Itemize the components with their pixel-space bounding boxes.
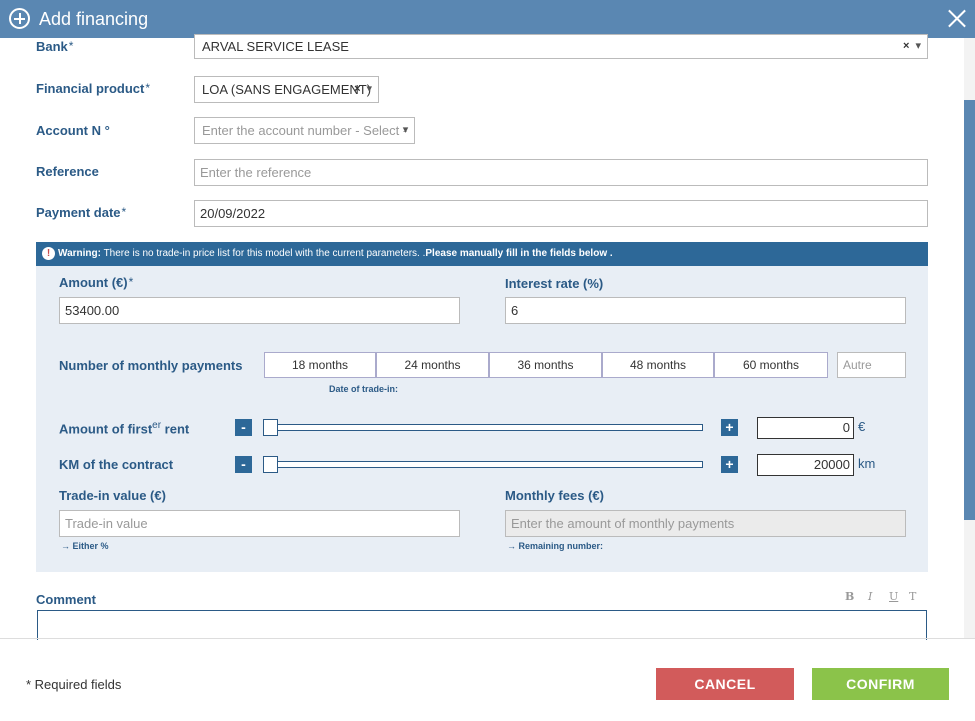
clear-icon[interactable]: × [354,83,360,95]
account-placeholder: Enter the account number - Select - [202,123,408,138]
km-label: KM of the contract [59,457,174,472]
trade-in-label: Trade-in value (€) [59,488,166,503]
bank-value: ARVAL SERVICE LEASE [202,39,349,54]
payment-date-label: Payment date* [36,205,127,220]
interest-rate-input[interactable]: 6 [505,297,906,324]
required-mark: * [145,81,151,95]
dialog-title: Add financing [39,9,149,29]
amount-input[interactable]: 53400.00 [59,297,460,324]
km-slider-track[interactable] [263,461,703,468]
km-input[interactable]: 20000 [757,454,854,476]
other-months-input[interactable]: Autre [837,352,906,378]
bank-label: Bank* [36,39,74,54]
warning-text: There is no trade-in price list for this… [100,248,426,259]
account-label: Account N ° [36,123,110,138]
scrollbar-thumb[interactable] [964,100,975,520]
dialog-titlebar: Add financing [0,0,975,38]
chevron-down-icon[interactable]: ▾ [915,40,921,52]
italic-button[interactable]: I [868,590,872,603]
first-rent-slider-track[interactable] [263,424,703,431]
bank-select[interactable]: ARVAL SERVICE LEASE × ▾ [194,34,928,59]
financial-product-select[interactable]: LOA (SANS ENGAGEMENT) × ▾ [194,76,380,103]
trade-in-input[interactable]: Trade-in value [59,510,460,537]
first-rent-label: Amount of firster rent [59,420,190,437]
footer-divider [0,638,975,639]
either-percent-note: → Either % [61,541,109,551]
chevron-down-icon[interactable]: ▾ [367,83,373,95]
warning-prefix: Warning: [58,248,101,259]
payment-date-input[interactable]: 20/09/2022 [194,200,928,227]
months-option-24[interactable]: 24 months [376,352,489,378]
required-mark: * [128,275,134,289]
add-circle-icon [9,8,30,29]
confirm-button[interactable]: CONFIRM [812,668,949,700]
financial-product-label: Financial product* [36,81,151,96]
months-option-60[interactable]: 60 months [714,352,828,378]
clear-icon[interactable]: × [903,40,909,52]
monthly-fees-label: Monthly fees (€) [505,488,604,503]
required-fields-note: * Required fields [26,677,122,692]
clear-format-button[interactable]: T [909,590,916,603]
first-rent-input[interactable]: 0 [757,417,854,439]
warning-icon: ! [42,247,55,260]
required-mark: * [121,205,127,219]
km-minus-button[interactable]: - [235,456,252,473]
months-option-36[interactable]: 36 months [489,352,602,378]
account-select[interactable]: Enter the account number - Select - ▾ [194,117,416,144]
comment-textarea[interactable] [37,610,927,640]
first-rent-plus-button[interactable]: + [721,419,738,436]
remaining-number-note: → Remaining number: [507,541,604,551]
first-rent-unit: € [858,419,866,434]
first-rent-minus-button[interactable]: - [235,419,252,436]
comment-label: Comment [36,592,96,607]
first-rent-slider-thumb[interactable] [263,419,278,436]
months-option-48[interactable]: 48 months [602,352,714,378]
amount-label: Amount (€)* [59,275,134,290]
close-icon[interactable] [947,8,967,28]
reference-label: Reference [36,164,99,179]
financial-product-value: LOA (SANS ENGAGEMENT) [202,82,372,97]
underline-button[interactable]: U [889,590,898,603]
monthly-payments-label: Number of monthly payments [59,358,243,373]
bold-button[interactable]: B [845,590,854,603]
required-mark: * [68,39,74,53]
interest-rate-label: Interest rate (%) [505,276,604,291]
cancel-button[interactable]: CANCEL [656,668,794,700]
chevron-down-icon[interactable]: ▾ [403,124,409,136]
months-option-18[interactable]: 18 months [264,352,376,378]
km-slider-thumb[interactable] [263,456,278,473]
km-unit: km [858,456,876,471]
trade-in-date-note: Date of trade-in: [329,384,399,394]
warning-emphasis: Please manually fill in the fields below… [425,248,613,259]
monthly-fees-input: Enter the amount of monthly payments [505,510,906,537]
reference-input[interactable]: Enter the reference [194,159,928,186]
warning-banner: ! Warning: There is no trade-in price li… [36,242,928,266]
km-plus-button[interactable]: + [721,456,738,473]
